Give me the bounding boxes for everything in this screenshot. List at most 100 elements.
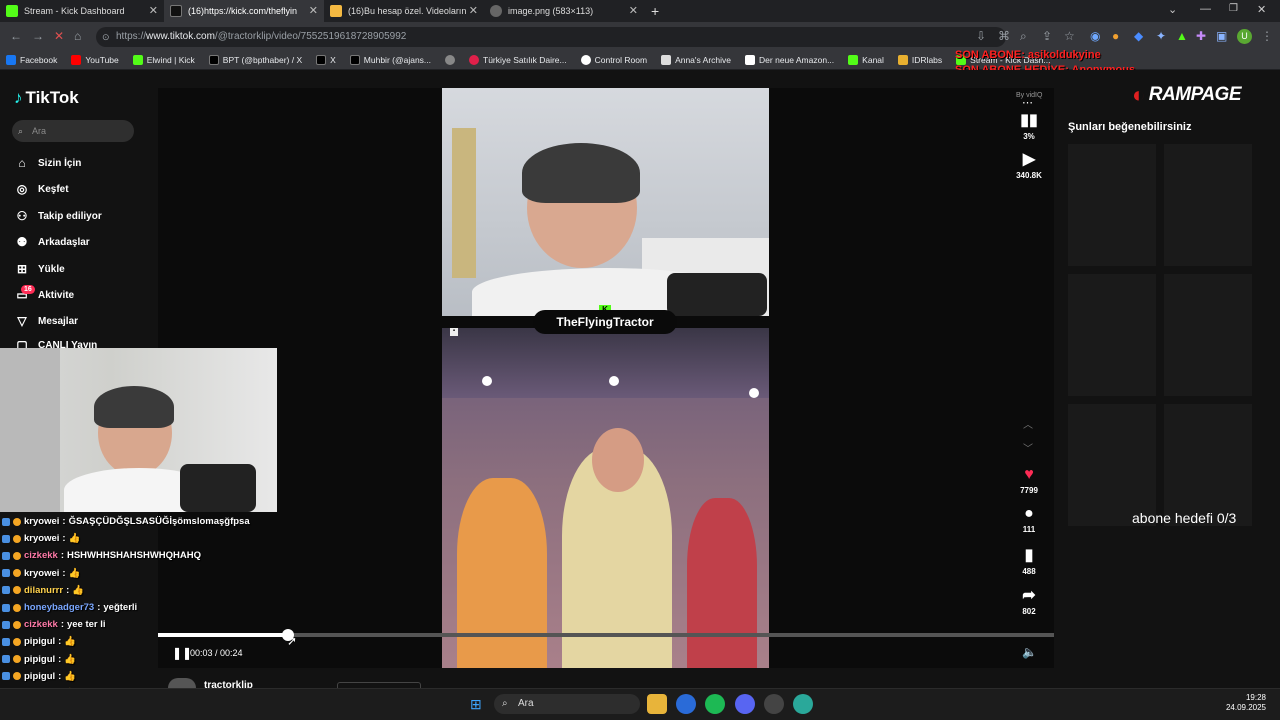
nav-for-you[interactable]: ⌂ Sizin İçin: [14, 156, 81, 170]
bookmark-bpt[interactable]: BPT (@bpthaber) / X: [208, 54, 302, 65]
nav-explore[interactable]: ◎ Keşfet: [14, 182, 69, 196]
zoom-icon[interactable]: ⌕: [1020, 29, 1027, 44]
bookmark-globe[interactable]: [445, 54, 456, 65]
nav-upload[interactable]: ⊞ Yükle: [14, 262, 65, 276]
badge-icon: [13, 586, 21, 595]
new-tab-button[interactable]: +: [651, 3, 659, 19]
book-icon: [661, 54, 672, 65]
address-bar[interactable]: ⊙ https://www.tiktok.com/@tractorklip/vi…: [96, 27, 1006, 47]
extension-icon[interactable]: ✚: [1196, 29, 1206, 43]
chat-username[interactable]: pipigul: [24, 671, 55, 682]
forward-icon[interactable]: →: [32, 29, 44, 43]
menu-icon[interactable]: ⋮: [1261, 29, 1273, 43]
bookmark-elwind[interactable]: Elwind | Kick: [132, 54, 195, 65]
bookmark-star-icon[interactable]: ☆: [1064, 29, 1075, 43]
chat-username[interactable]: pipigul: [24, 654, 55, 665]
share-button[interactable]: ➦ 802: [1014, 585, 1044, 616]
views-button[interactable]: ▶ 340.8K: [1014, 149, 1044, 180]
tab-kick-channel[interactable]: (16)https://kick.com/theflyin ✕: [164, 0, 324, 22]
comment-button[interactable]: ● 111: [1014, 505, 1044, 534]
save-button[interactable]: ▮ 488: [1014, 545, 1044, 576]
maximize-button[interactable]: ❐: [1229, 3, 1238, 14]
suggested-video-thumbnail[interactable]: [1164, 144, 1252, 266]
suggested-video-thumbnail[interactable]: [1068, 274, 1156, 396]
close-tab-icon[interactable]: ✕: [469, 4, 478, 17]
bookmark-kanal[interactable]: Kanal: [848, 54, 884, 65]
bookmark-satilik-daire[interactable]: Türkiye Satılık Daire...: [469, 54, 567, 65]
chat-username[interactable]: kryowei: [24, 568, 59, 579]
bookmark-youtube[interactable]: YouTube: [71, 54, 119, 65]
bookmark-facebook[interactable]: Facebook: [6, 54, 57, 65]
nav-friends[interactable]: ⚉ Arkadaşlar: [14, 235, 90, 249]
spotify-icon[interactable]: [705, 694, 725, 714]
close-tab-icon[interactable]: ✕: [309, 4, 318, 17]
chat-username[interactable]: honeybadger73: [24, 602, 94, 613]
nav-messages[interactable]: ▽ Mesajlar: [14, 314, 78, 328]
previous-video-icon[interactable]: ︿: [1023, 416, 1033, 431]
chat-username[interactable]: cizkekk: [24, 550, 58, 561]
extension-icon[interactable]: ◉: [1090, 29, 1100, 43]
tiktok-logo[interactable]: ♪ TikTok: [14, 88, 79, 108]
taskbar-search[interactable]: ⌕ Ara: [494, 694, 640, 714]
volume-icon[interactable]: 🔈: [1022, 645, 1037, 659]
minimize-button[interactable]: —: [1200, 3, 1211, 15]
chat-text: yee ter li: [66, 619, 106, 631]
discord-icon[interactable]: [735, 694, 755, 714]
search-input[interactable]: ⌕ Ara: [12, 120, 134, 142]
file-explorer-icon[interactable]: [647, 694, 667, 714]
suggested-video-thumbnail[interactable]: [1068, 144, 1156, 266]
like-button[interactable]: ♥ 7799: [1014, 466, 1044, 495]
stop-icon[interactable]: ✕: [54, 29, 64, 43]
extensions-puzzle-icon[interactable]: ✦: [1156, 29, 1166, 43]
browser-icon[interactable]: [676, 694, 696, 714]
extension-icon[interactable]: ▲: [1176, 29, 1188, 43]
next-video-icon[interactable]: ﹀: [1023, 440, 1033, 455]
chat-username[interactable]: pipigul: [24, 636, 55, 647]
extension-icon[interactable]: ◆: [1134, 29, 1143, 43]
bookmark-x[interactable]: X: [316, 54, 336, 65]
webcam-overlay: [0, 348, 277, 512]
calendar-icon: ▪: [450, 328, 458, 336]
install-icon[interactable]: ⇩: [976, 29, 986, 43]
site-info-icon[interactable]: ⊙: [102, 27, 110, 47]
video-frame[interactable]: K TheFlyingTractor ▪: [442, 88, 769, 668]
bookmark-idrlabs[interactable]: IDRlabs: [897, 54, 942, 65]
author-name[interactable]: tractorklip: [204, 680, 253, 688]
bookmark-annas-archive[interactable]: Anna's Archive: [661, 54, 731, 65]
profile-avatar[interactable]: U: [1237, 29, 1252, 44]
suggested-video-thumbnail[interactable]: [1068, 404, 1156, 526]
home-icon[interactable]: ⌂: [74, 29, 81, 43]
stats-button[interactable]: ▮▮ 3%: [1014, 110, 1044, 141]
chat-username[interactable]: kryowei: [24, 516, 59, 527]
suggested-video-thumbnail[interactable]: [1164, 404, 1252, 526]
back-icon[interactable]: ←: [10, 29, 22, 43]
network-globe-icon[interactable]: [793, 694, 813, 714]
share-icon[interactable]: ⇪: [1042, 29, 1052, 43]
bookmark-amazon[interactable]: Der neue Amazon...: [745, 54, 834, 65]
tab-search-icon[interactable]: ⌄: [1168, 3, 1177, 16]
chat-message: pipigul: 👍: [2, 654, 76, 665]
chat-username[interactable]: dilanurrr: [24, 585, 63, 596]
badge-icon: [13, 672, 21, 681]
suggested-video-thumbnail[interactable]: [1164, 274, 1252, 396]
chat-username[interactable]: kryowei: [24, 533, 59, 544]
tab-image-png[interactable]: image.png (583×113) ✕: [484, 0, 644, 22]
windows-start-icon[interactable]: ⊞: [470, 696, 482, 713]
tab-private-account[interactable]: (16)Bu hesap özel. Videolarını gö ✕: [324, 0, 484, 22]
close-window-button[interactable]: ✕: [1257, 3, 1266, 16]
more-options-icon[interactable]: ⋯: [1022, 96, 1033, 109]
translate-icon[interactable]: ⌘: [998, 29, 1010, 43]
nav-following[interactable]: ⚇ Takip ediliyor: [14, 209, 102, 223]
tab-kick-dashboard[interactable]: Stream - Kick Dashboard ✕: [0, 0, 164, 22]
extension-icon[interactable]: ●: [1112, 29, 1119, 43]
bookmark-control-room[interactable]: Control Room: [580, 54, 647, 65]
chat-separator: :: [60, 619, 64, 631]
author-avatar[interactable]: [168, 678, 196, 688]
side-panel-icon[interactable]: ▣: [1216, 29, 1227, 43]
obs-icon[interactable]: [764, 694, 784, 714]
close-tab-icon[interactable]: ✕: [629, 4, 638, 17]
chat-username[interactable]: cizkekk: [24, 619, 58, 630]
system-clock[interactable]: 19:28 24.09.2025: [1220, 693, 1266, 713]
bookmark-muhbir[interactable]: Muhbir (@ajans...: [349, 54, 431, 65]
close-tab-icon[interactable]: ✕: [149, 4, 158, 17]
